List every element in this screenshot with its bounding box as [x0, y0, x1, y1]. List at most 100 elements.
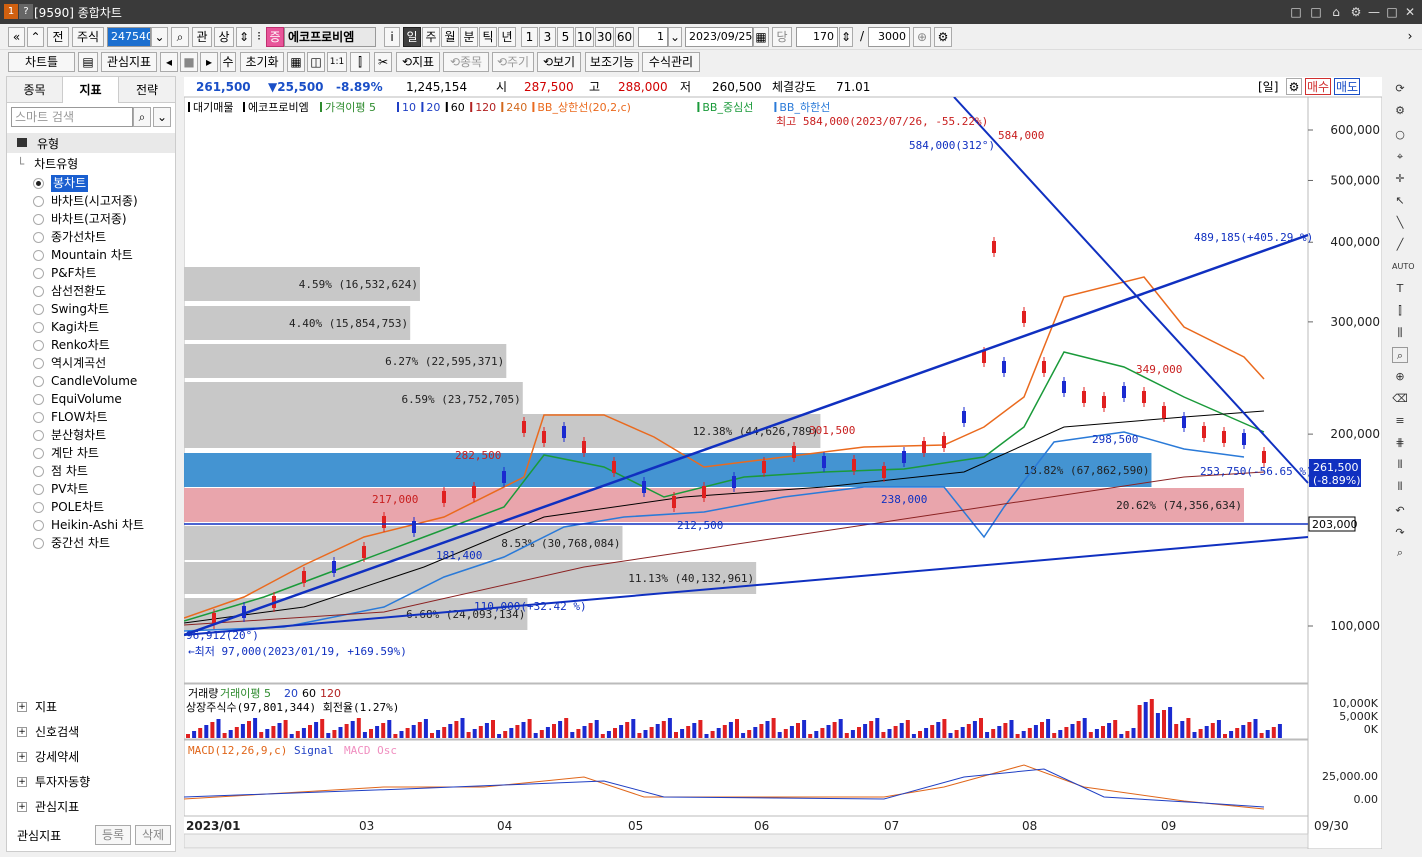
gann-icon[interactable]: ⫴: [1392, 457, 1408, 473]
search-icon[interactable]: ⌕: [171, 27, 189, 47]
radio-icon[interactable]: [33, 484, 44, 495]
calendar-icon[interactable]: ▦: [753, 27, 769, 47]
gear-icon[interactable]: ⚙: [934, 27, 952, 47]
radio-icon[interactable]: [33, 520, 44, 531]
group-investor[interactable]: + 투자자동향: [17, 772, 90, 792]
zoom-in-icon[interactable]: ⊕: [1392, 369, 1408, 385]
period-year[interactable]: 년: [498, 27, 516, 47]
period-minute[interactable]: 분: [460, 27, 478, 47]
group-strength[interactable]: + 강세약세: [17, 747, 79, 767]
close-icon[interactable]: ✕: [1402, 4, 1418, 20]
period-day[interactable]: 일: [403, 27, 421, 47]
chart-template-button[interactable]: 차트틀: [8, 52, 75, 72]
scroll-right-icon[interactable]: ›: [1404, 27, 1416, 47]
tab-indicator[interactable]: 지표: [63, 77, 119, 103]
period-week[interactable]: 주: [422, 27, 440, 47]
zoom-in-icon[interactable]: ⊕: [913, 27, 931, 47]
count-spin-icon[interactable]: ⇕: [839, 27, 853, 47]
delete-button[interactable]: 삭제: [135, 825, 171, 845]
prev-button[interactable]: 전: [47, 27, 69, 47]
radio-icon[interactable]: [33, 214, 44, 225]
radio-icon[interactable]: [33, 538, 44, 549]
indicator-button[interactable]: ⟲지표: [396, 52, 440, 72]
tile-icon[interactable]: □: [1288, 4, 1304, 20]
chart-canvas[interactable]: 600,000 500,000 400,000 300,000 200,000 100,0…: [183, 96, 1383, 850]
candle-icon[interactable]: ⫿: [350, 52, 370, 72]
layout-icon[interactable]: ◫: [307, 52, 325, 72]
minute-3[interactable]: 3: [539, 27, 556, 47]
minute-1[interactable]: 1: [521, 27, 538, 47]
radio-icon[interactable]: [33, 178, 44, 189]
upper-button[interactable]: 상: [214, 27, 234, 47]
trendline-icon[interactable]: ╲: [1392, 215, 1408, 231]
code-input[interactable]: 247540: [107, 27, 151, 47]
cursor-icon[interactable]: ⌖: [1392, 149, 1408, 165]
smart-search-input[interactable]: 스마트 검색: [11, 107, 133, 127]
zoom-icon[interactable]: ⌕: [1392, 347, 1408, 363]
channel-icon[interactable]: ⋕: [1392, 435, 1408, 451]
interval-input[interactable]: 1: [638, 27, 668, 47]
next-arrow-icon[interactable]: ▸: [200, 52, 218, 72]
sum-button[interactable]: 수: [220, 52, 236, 72]
nav-up-button[interactable]: ⌃: [27, 27, 44, 47]
gear-icon[interactable]: ⚙: [1392, 103, 1408, 119]
radio-icon[interactable]: [33, 394, 44, 405]
type-select[interactable]: 주식: [72, 27, 104, 47]
period-tick[interactable]: 틱: [479, 27, 497, 47]
maximize-icon[interactable]: □: [1384, 4, 1400, 20]
line-icon[interactable]: ╱: [1392, 237, 1408, 253]
radio-icon[interactable]: [33, 304, 44, 315]
period-month[interactable]: 월: [441, 27, 459, 47]
radio-icon[interactable]: [33, 268, 44, 279]
grid-icon[interactable]: ▦: [287, 52, 305, 72]
chart-type-group[interactable]: └ 차트유형: [17, 155, 78, 172]
chart-area[interactable]: 600,000 500,000 400,000 300,000 200,000 100,0…: [183, 96, 1383, 850]
crosshair-icon[interactable]: ✛: [1392, 171, 1408, 187]
total-input[interactable]: 3000: [868, 27, 910, 47]
date-input[interactable]: 2023/09/25: [685, 27, 753, 47]
tab-stock[interactable]: 종목: [7, 77, 63, 103]
related-button[interactable]: 관: [192, 27, 212, 47]
spin-icon[interactable]: ⇕: [236, 27, 252, 47]
group-indicator[interactable]: + 지표: [17, 697, 57, 717]
fibonacci-icon[interactable]: ≡: [1392, 413, 1408, 429]
type-header[interactable]: 유형: [7, 133, 175, 153]
stop-icon[interactable]: ■: [180, 52, 198, 72]
tab-strategy[interactable]: 전략: [119, 77, 176, 103]
candle-icon[interactable]: ⫿: [1392, 303, 1408, 319]
text-icon[interactable]: T: [1392, 281, 1408, 297]
formula-button[interactable]: 수식관리: [642, 52, 700, 72]
radio-icon[interactable]: [33, 376, 44, 387]
nav-first-button[interactable]: «: [8, 27, 25, 47]
minute-10[interactable]: 10: [575, 27, 594, 47]
settings-icon[interactable]: ⚙: [1348, 4, 1364, 20]
prev-arrow-icon[interactable]: ◂: [160, 52, 178, 72]
capture-icon[interactable]: ⌂: [1328, 4, 1344, 20]
circle-icon[interactable]: ○: [1392, 127, 1408, 143]
save-icon[interactable]: ▤: [78, 52, 98, 72]
interest-indicator-button[interactable]: 관심지표: [101, 52, 157, 72]
help-icon[interactable]: ?: [19, 4, 33, 19]
radio-icon[interactable]: [33, 250, 44, 261]
minute-30[interactable]: 30: [595, 27, 614, 47]
radio-icon[interactable]: [33, 232, 44, 243]
refresh-icon[interactable]: ⟳: [1392, 81, 1408, 97]
group-interest[interactable]: + 관심지표: [17, 797, 79, 817]
radio-icon[interactable]: [33, 502, 44, 513]
aux-button[interactable]: 보조기능: [585, 52, 639, 72]
register-button[interactable]: 등록: [95, 825, 131, 845]
search-icon[interactable]: ⌕: [1392, 545, 1408, 561]
gear-icon[interactable]: ⚙: [1286, 78, 1302, 95]
minimize-icon[interactable]: —: [1366, 4, 1382, 20]
reset-button[interactable]: 초기화: [240, 52, 284, 72]
redo-icon[interactable]: ↷: [1392, 525, 1408, 541]
sell-button[interactable]: 매도: [1334, 78, 1360, 95]
period-button[interactable]: ⟲주기: [492, 52, 534, 72]
radio-icon[interactable]: [33, 322, 44, 333]
one-to-one-button[interactable]: 1:1: [327, 52, 347, 72]
radio-icon[interactable]: [33, 340, 44, 351]
search-icon[interactable]: ⌕: [133, 107, 151, 127]
eraser-icon[interactable]: ⌫: [1392, 391, 1408, 407]
chevron-down-icon[interactable]: ⌄: [151, 27, 168, 47]
minute-5[interactable]: 5: [557, 27, 574, 47]
